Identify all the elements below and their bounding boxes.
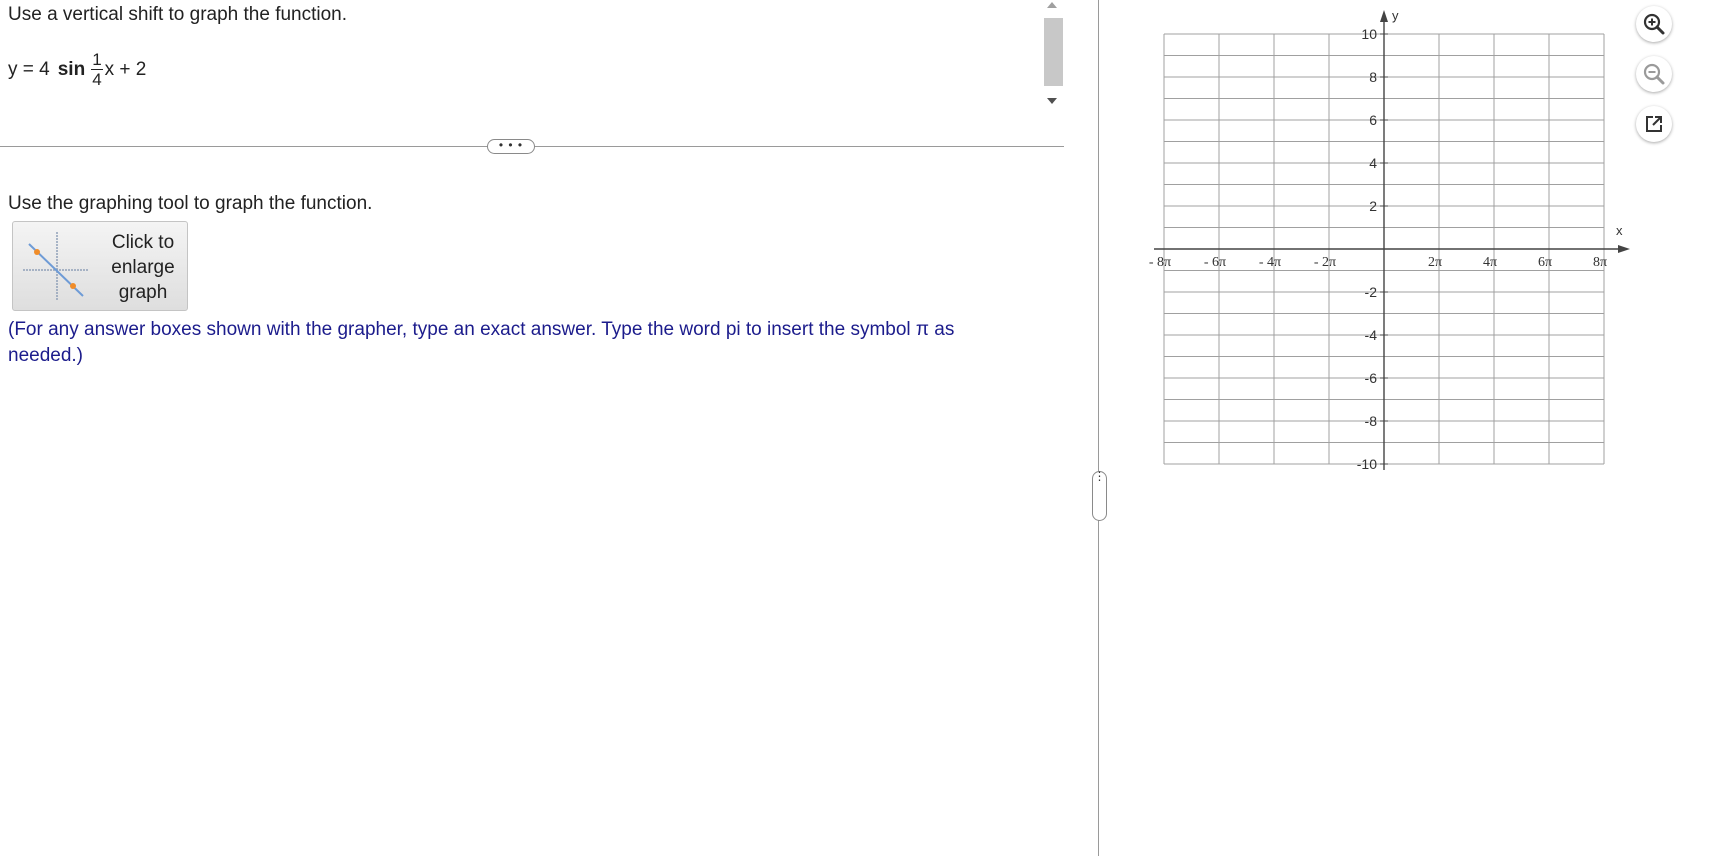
scroll-up-arrow-icon[interactable] <box>1047 2 1057 8</box>
x-tick-label: 2π <box>1428 255 1442 270</box>
formula-lhs: y = 4 <box>8 58 50 80</box>
zoom-out-button[interactable] <box>1636 56 1672 92</box>
y-tick-label: 4 <box>1369 155 1377 171</box>
x-tick-label: 4π <box>1483 255 1497 270</box>
popout-button[interactable] <box>1636 106 1672 142</box>
y-tick-label: -8 <box>1365 413 1378 429</box>
y-axis-arrow-icon <box>1380 10 1388 22</box>
y-tick-label: 10 <box>1361 26 1377 42</box>
x-axis-arrow-icon <box>1618 245 1630 253</box>
y-tick-label: 8 <box>1369 69 1377 85</box>
x-tick-label: - 6π <box>1204 255 1226 270</box>
y-axis-label: y <box>1392 8 1399 23</box>
graph-area[interactable]: x y - 8π - 6π - 4π - 2π 2π 4π 6π 8π 10 8 6 4 2 -2 -4 -6 -8… <box>1140 0 1640 480</box>
x-tick-label: - 4π <box>1259 255 1281 270</box>
vertical-divider-handle[interactable]: ⋮ <box>1092 470 1107 521</box>
y-tick-label: -6 <box>1365 370 1378 386</box>
fraction-denominator: 4 <box>92 70 102 89</box>
function-formula: y = 4 sin 1 4 x + 2 <box>8 50 146 89</box>
graph-thumbnail-icon <box>23 232 89 300</box>
x-tick-label: 8π <box>1593 255 1607 270</box>
zoom-out-icon <box>1643 63 1665 85</box>
zoom-in-icon <box>1643 13 1665 35</box>
y-tick-label: -10 <box>1357 456 1377 472</box>
enlarge-graph-button[interactable]: Click to enlarge graph <box>12 221 188 311</box>
y-tick-label: 2 <box>1369 198 1377 214</box>
tick-labels: x y - 8π - 6π - 4π - 2π 2π 4π 6π 8π 10 8 6 4 2 -2 -4 -6 -8… <box>1149 8 1623 472</box>
question-pane: Use a vertical shift to graph the functi… <box>0 0 1064 846</box>
x-axis-label: x <box>1616 223 1623 238</box>
axes <box>1154 10 1630 470</box>
x-tick-label: - 2π <box>1314 255 1336 270</box>
vertical-divider <box>1098 0 1099 856</box>
enlarge-graph-label: Click to enlarge graph <box>111 232 175 303</box>
zoom-in-button[interactable] <box>1636 6 1672 42</box>
popout-icon <box>1646 116 1662 132</box>
answer-note: (For any answer boxes shown with the gra… <box>8 319 955 366</box>
formula-rhs: x + 2 <box>104 58 147 80</box>
y-tick-label: 6 <box>1369 112 1377 128</box>
question-prompt: Use a vertical shift to graph the functi… <box>8 4 348 25</box>
y-tick-label: -2 <box>1365 284 1378 300</box>
y-tick-label: -4 <box>1365 327 1378 343</box>
scroll-down-arrow-icon[interactable] <box>1047 98 1057 104</box>
divider-handle[interactable]: • • • <box>487 139 535 154</box>
x-tick-label: 6π <box>1538 255 1552 270</box>
fraction-numerator: 1 <box>91 50 103 70</box>
formula-func: sin <box>57 58 86 80</box>
scroll-thumb[interactable] <box>1044 18 1063 86</box>
graph-instruction: Use the graphing tool to graph the funct… <box>8 193 373 214</box>
formula-fraction: 1 4 <box>91 50 103 89</box>
x-tick-label: - 8π <box>1149 255 1171 270</box>
